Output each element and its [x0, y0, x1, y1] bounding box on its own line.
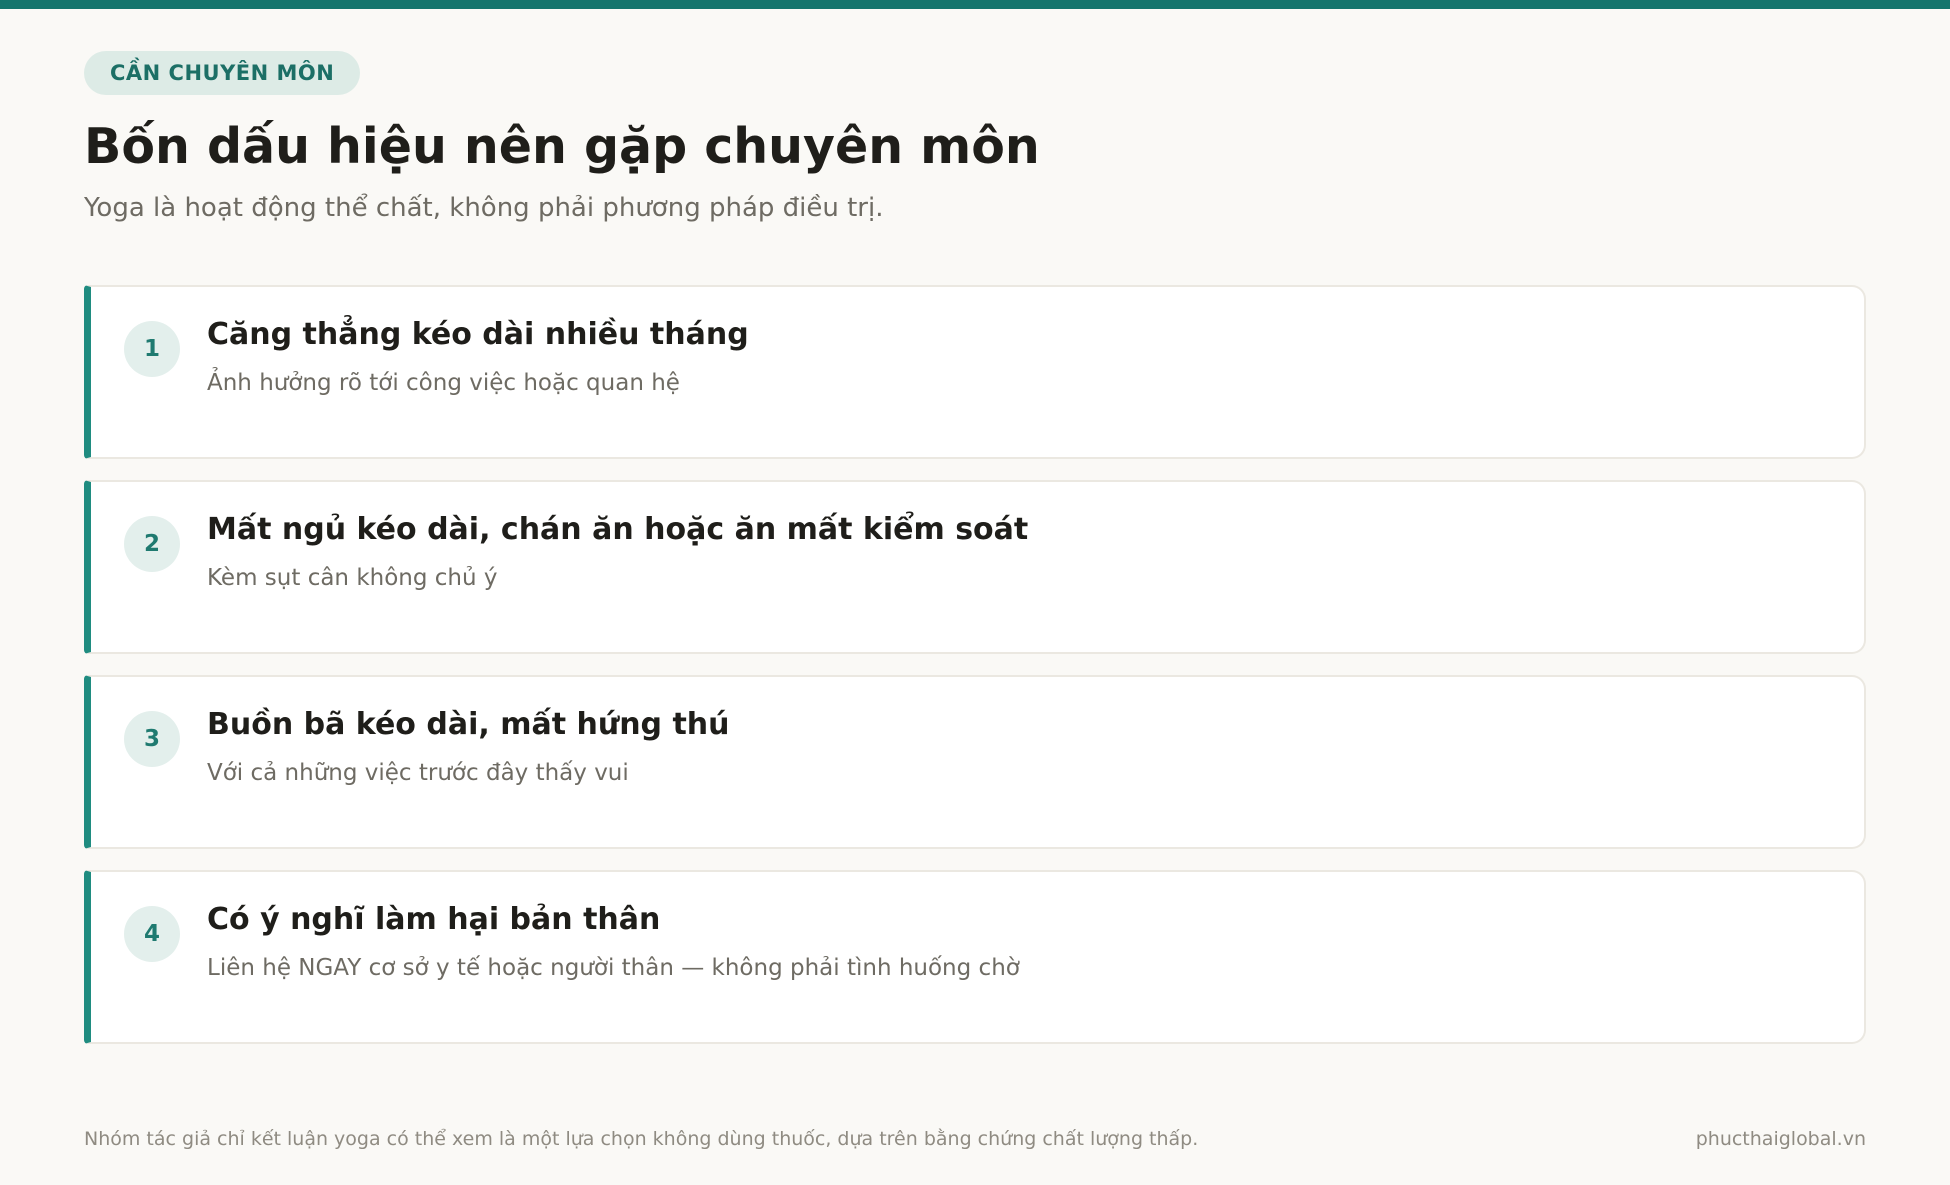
- sign-description: Với cả những việc trước đây thấy vui: [207, 760, 629, 786]
- sign-card-1: 1 Căng thẳng kéo dài nhiều tháng Ảnh hưở…: [84, 285, 1866, 459]
- sign-number-badge: 3: [124, 711, 180, 767]
- sign-card-2: 2 Mất ngủ kéo dài, chán ăn hoặc ăn mất k…: [84, 480, 1866, 654]
- sign-number-badge: 4: [124, 906, 180, 962]
- category-tag: CẦN CHUYÊN MÔN: [84, 51, 361, 95]
- sign-description: Kèm sụt cân không chủ ý: [207, 565, 498, 591]
- sign-title: Có ý nghĩ làm hại bản thân: [207, 902, 661, 937]
- sign-title: Căng thẳng kéo dài nhiều tháng: [207, 317, 749, 352]
- footer-note: Nhóm tác giả chỉ kết luận yoga có thể xe…: [84, 1128, 1199, 1150]
- sign-description: Liên hệ NGAY cơ sở y tế hoặc người thân …: [207, 955, 1020, 981]
- sign-title: Buồn bã kéo dài, mất hứng thú: [207, 707, 730, 742]
- sign-card-4: 4 Có ý nghĩ làm hại bản thân Liên hệ NGA…: [84, 870, 1866, 1044]
- page-title: Bốn dấu hiệu nên gặp chuyên môn: [84, 118, 1040, 175]
- sign-card-3: 3 Buồn bã kéo dài, mất hứng thú Với cả n…: [84, 675, 1866, 849]
- footer-site-link[interactable]: phucthaiglobal.vn: [1696, 1126, 1866, 1152]
- page-subtitle: Yoga là hoạt động thể chất, không phải p…: [84, 193, 884, 223]
- signs-list: 1 Căng thẳng kéo dài nhiều tháng Ảnh hưở…: [84, 285, 1866, 1044]
- top-accent-bar: [0, 0, 1950, 9]
- sign-number-badge: 1: [124, 321, 180, 377]
- sign-description: Ảnh hưởng rõ tới công việc hoặc quan hệ: [207, 370, 680, 396]
- sign-number-badge: 2: [124, 516, 180, 572]
- main-content: CẦN CHUYÊN MÔN Bốn dấu hiệu nên gặp chuy…: [84, 51, 1866, 1065]
- sign-title: Mất ngủ kéo dài, chán ăn hoặc ăn mất kiể…: [207, 512, 1029, 547]
